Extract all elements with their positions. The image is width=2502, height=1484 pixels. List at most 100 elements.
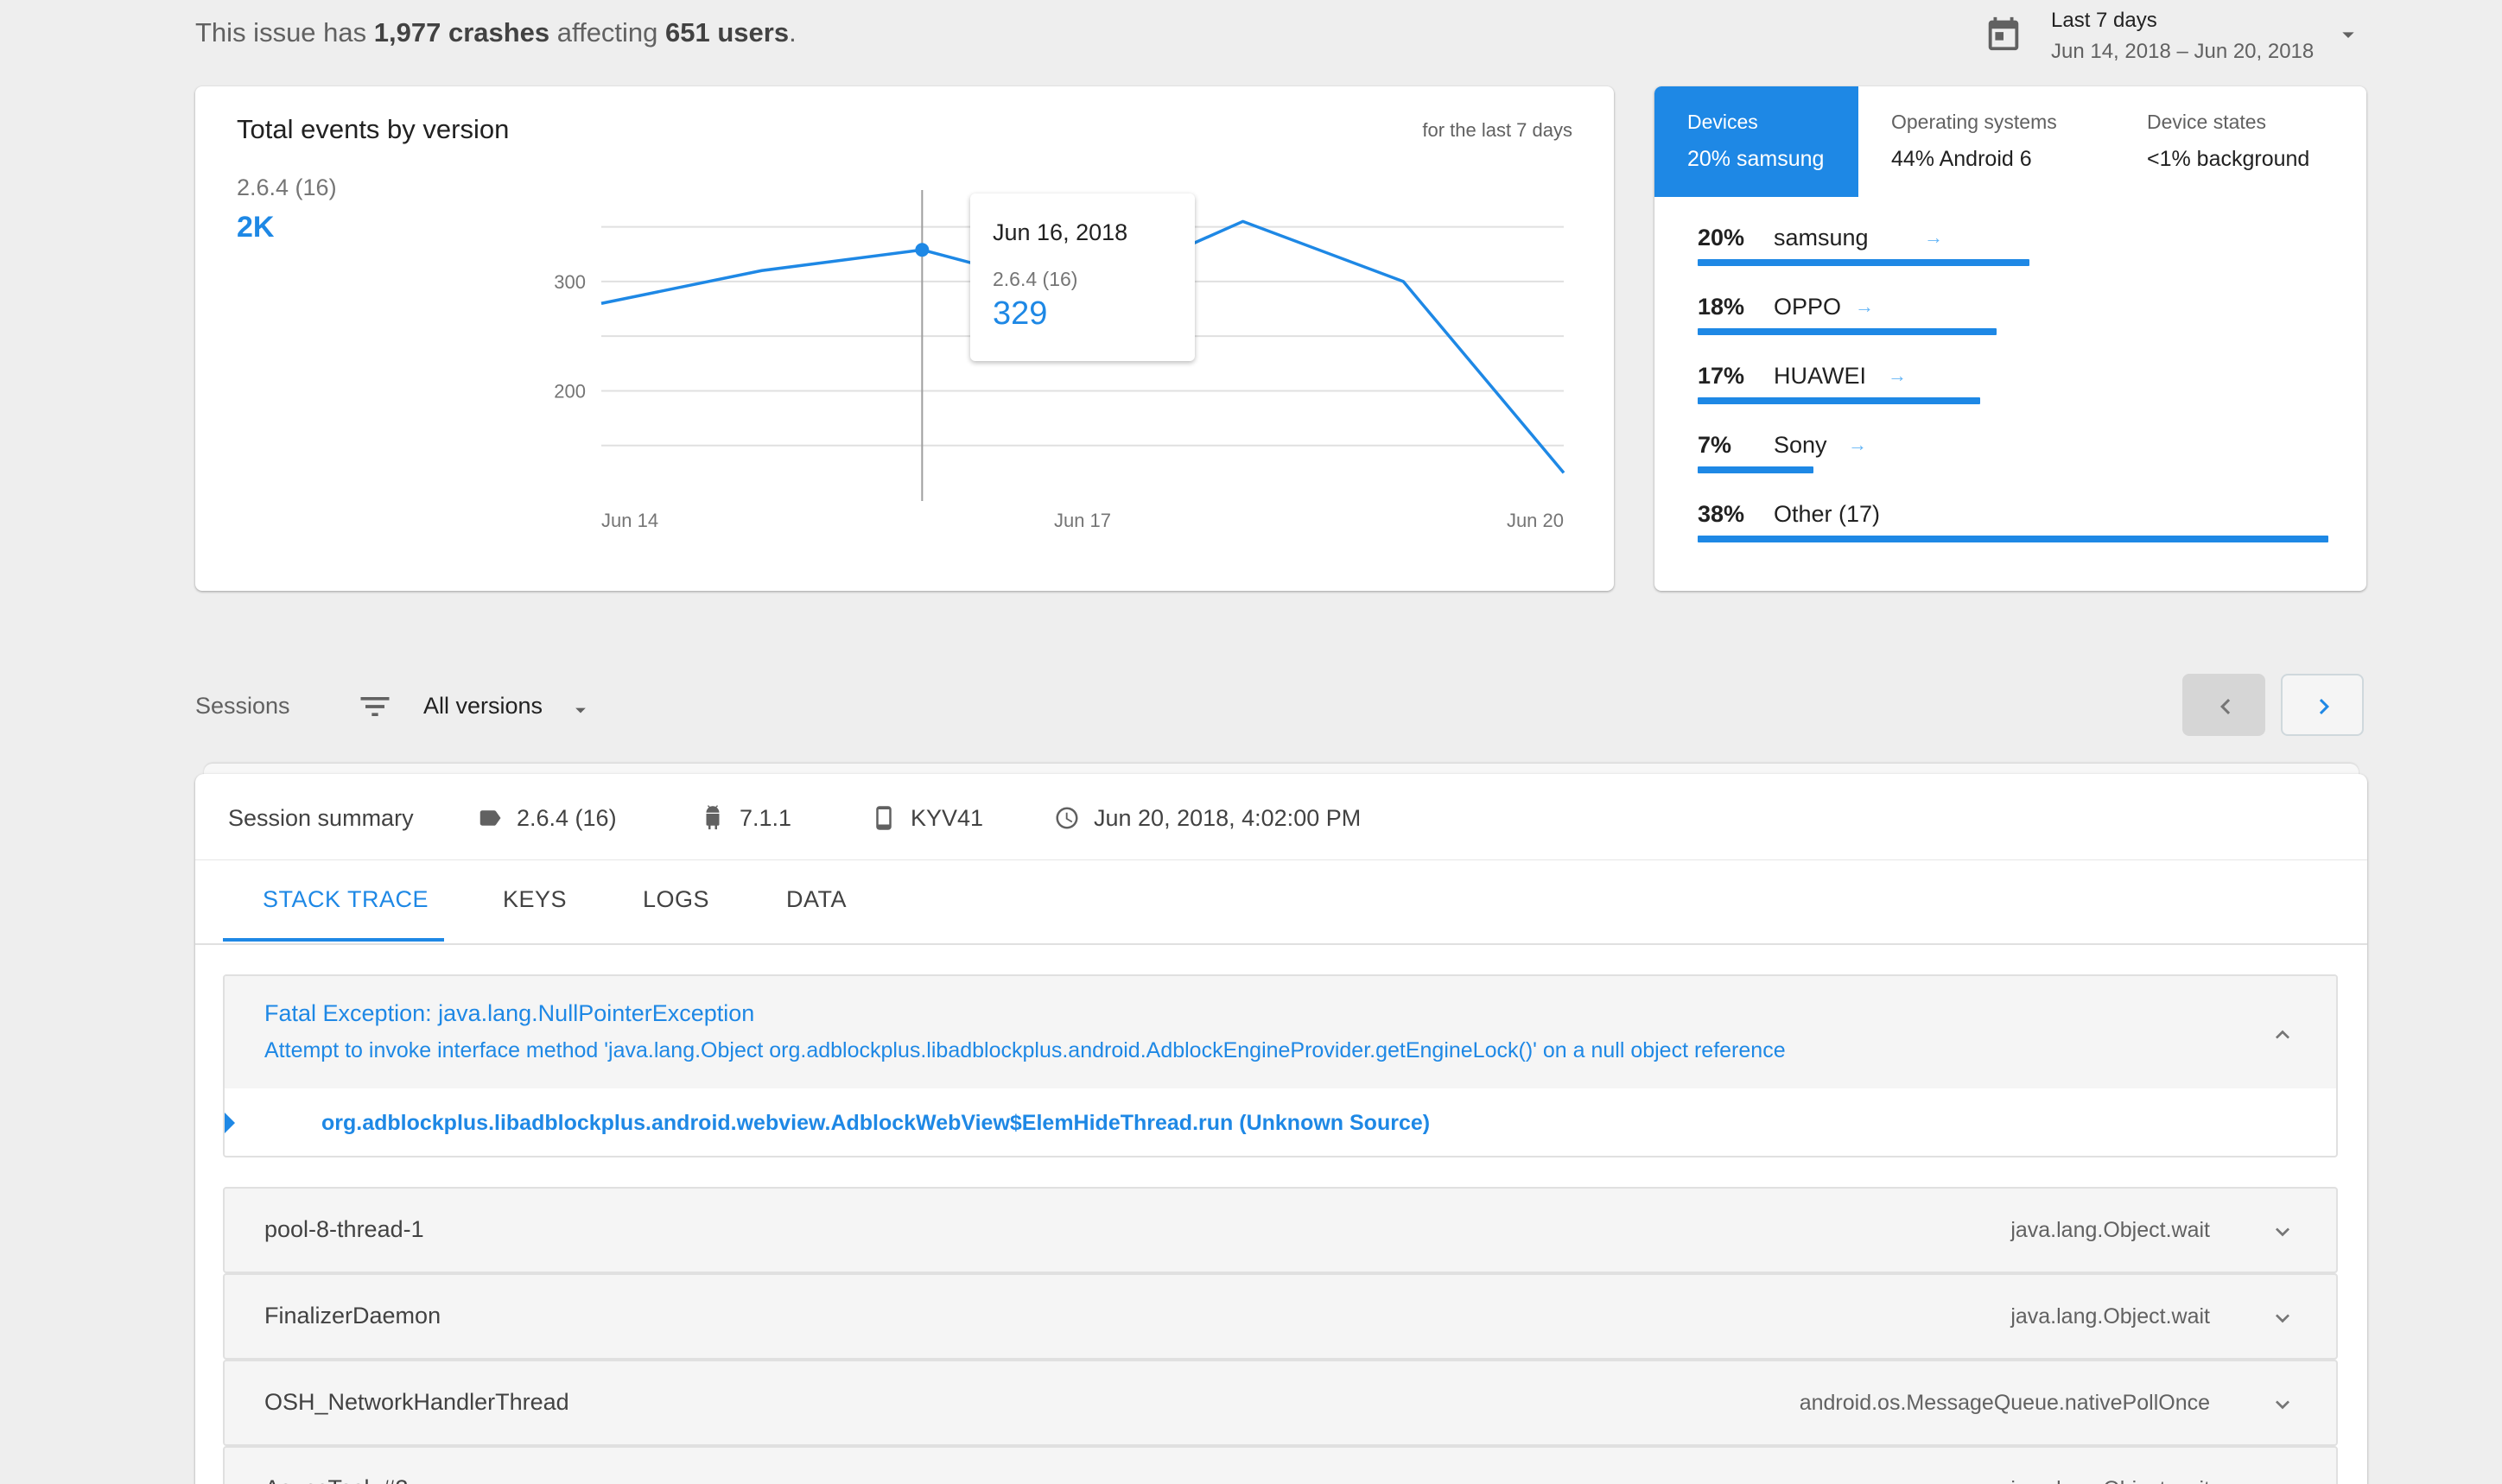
arrow-right-icon: → (1924, 226, 1943, 248)
tab-logs[interactable]: LOGS (643, 886, 709, 913)
previous-session-button[interactable] (2182, 674, 2265, 736)
crash-issue-page: This issue has 1,977 crashes affecting 6… (0, 0, 2502, 1484)
chevron-up-icon[interactable] (2269, 1021, 2296, 1049)
events-chart-card: Total events by version for the last 7 d… (195, 86, 1614, 591)
dropdown-caret-icon (2342, 32, 2354, 38)
brand-pct: 18% (1698, 294, 1745, 320)
tab-keys[interactable]: KEYS (503, 886, 567, 913)
stack-frame[interactable]: org.adblockplus.libadblockplus.android.w… (321, 1111, 1430, 1136)
brand-name: samsung (1774, 225, 1869, 251)
brand-pct: 38% (1698, 501, 1745, 527)
x-tick-label: Jun 17 (1054, 510, 1111, 531)
tab-device-states[interactable]: Device states <1% background (2114, 86, 2366, 197)
crash-count: 1,977 crashes (373, 17, 550, 48)
arrow-right-icon: → (1855, 295, 1874, 317)
arrow-right-icon: → (1848, 434, 1867, 455)
x-tick-label: Jun 14 (601, 510, 658, 531)
brand-pct: 20% (1698, 225, 1745, 251)
brand-name: Sony (1774, 432, 1827, 458)
tab-os-label: Operating systems (1891, 111, 2057, 133)
x-tick-label: Jun 20 (1507, 510, 1564, 531)
android-icon (706, 805, 720, 830)
thread-name: pool-8-thread-1 (264, 1216, 424, 1242)
next-session-button[interactable] (2281, 674, 2364, 736)
brand-row-oppo[interactable]: 18% OPPO → (1698, 294, 2337, 346)
frame-marker-icon (225, 1113, 235, 1133)
brand-bar (1698, 259, 2328, 266)
clock-icon (1056, 807, 1078, 829)
session-os-value: 7.1.1 (740, 805, 792, 831)
thread-method: java.lang.Object.wait (2010, 1477, 2210, 1484)
sessions-label: Sessions (195, 693, 290, 719)
tooltip-date: Jun 16, 2018 (993, 219, 1128, 245)
exception-block: Fatal Exception: java.lang.NullPointerEx… (223, 974, 2338, 1157)
chevron-down-icon[interactable] (2269, 1477, 2296, 1484)
session-tabs: STACK TRACE KEYS LOGS DATA (195, 860, 2367, 945)
summary-suffix: . (789, 17, 797, 48)
issue-summary: This issue has 1,977 crashes affecting 6… (195, 17, 797, 48)
devices-card: Devices 20% samsung Operating systems 44… (1654, 86, 2366, 591)
active-tab-indicator (223, 938, 444, 942)
brand-row-samsung[interactable]: 20% samsung → (1698, 225, 2337, 276)
brand-pct: 7% (1698, 432, 1732, 458)
chevron-right-icon (2319, 699, 2329, 714)
tooltip-series: 2.6.4 (16) (993, 268, 1078, 290)
thread-method: java.lang.Object.wait (2010, 1218, 2210, 1242)
y-tick-label: 200 (554, 380, 586, 402)
dropdown-caret-icon[interactable] (568, 698, 593, 722)
summary-prefix: This issue has (195, 17, 374, 48)
chevron-left-icon (2220, 699, 2231, 714)
summary-middle: affecting (549, 17, 666, 48)
session-card: Session summary 2.6.4 (16) 7.1.1 KYV41 J… (195, 774, 2367, 1484)
session-version-value: 2.6.4 (16) (517, 805, 617, 831)
brand-bar (1698, 466, 2328, 473)
date-range-picker[interactable]: Last 7 days Jun 14, 2018 – Jun 20, 2018 (1978, 5, 2359, 66)
thread-row[interactable]: AsyncTask #3 java.lang.Object.wait (223, 1446, 2338, 1484)
filter-icon[interactable] (356, 688, 394, 726)
thread-row[interactable]: FinalizerDaemon java.lang.Object.wait (223, 1273, 2338, 1360)
thread-method: android.os.MessageQueue.nativePollOnce (1799, 1391, 2210, 1415)
session-summary-row: Session summary 2.6.4 (16) 7.1.1 KYV41 J… (195, 774, 2367, 860)
chevron-down-icon[interactable] (2269, 1304, 2296, 1332)
tab-data[interactable]: DATA (786, 886, 847, 913)
chevron-down-icon[interactable] (2269, 1391, 2296, 1418)
session-device-value: KYV41 (911, 805, 984, 831)
tab-operating-systems[interactable]: Operating systems 44% Android 6 (1858, 86, 2114, 197)
brand-bar (1698, 536, 2328, 542)
thread-name: AsyncTask #3 (264, 1475, 409, 1484)
brand-name: OPPO (1774, 294, 1842, 320)
line-chart[interactable]: 200 300 Jun 14 Jun 17 Jun 20 (195, 86, 1614, 591)
tab-devices[interactable]: Devices 20% samsung (1654, 86, 1858, 197)
tab-os-value: 44% Android 6 (1891, 147, 2032, 171)
thread-row[interactable]: OSH_NetworkHandlerThread android.os.Mess… (223, 1360, 2338, 1446)
chart-tooltip: Jun 16, 2018 2.6.4 (16) 329 (970, 193, 1195, 361)
phone-icon (876, 806, 892, 830)
tab-devices-label: Devices (1687, 111, 1758, 133)
thread-method: java.lang.Object.wait (2010, 1304, 2210, 1329)
brand-bar (1698, 328, 2328, 335)
brand-name: HUAWEI (1774, 363, 1866, 389)
brand-pct: 17% (1698, 363, 1745, 389)
tab-stack-trace[interactable]: STACK TRACE (263, 886, 429, 913)
date-range-title: Last 7 days (2051, 9, 2157, 32)
brand-row-other: 38% Other (17) (1698, 501, 2337, 553)
exception-header[interactable]: Fatal Exception: java.lang.NullPointerEx… (225, 976, 2336, 1088)
tab-devices-value: 20% samsung (1687, 147, 1825, 171)
date-range-value: Jun 14, 2018 – Jun 20, 2018 (2051, 40, 2315, 63)
thread-name: FinalizerDaemon (264, 1303, 441, 1329)
thread-name: OSH_NetworkHandlerThread (264, 1389, 569, 1415)
tab-states-value: <1% background (2147, 147, 2310, 171)
exception-message: Attempt to invoke interface method 'java… (264, 1038, 1786, 1062)
arrow-right-icon: → (1888, 365, 1907, 386)
y-tick-label: 300 (554, 271, 586, 293)
calendar-icon (1988, 16, 2019, 51)
tooltip-value: 329 (993, 295, 1048, 332)
thread-row[interactable]: pool-8-thread-1 java.lang.Object.wait (223, 1187, 2338, 1273)
session-summary-title: Session summary (228, 805, 414, 831)
chevron-down-icon[interactable] (2269, 1218, 2296, 1246)
brand-row-sony[interactable]: 7% Sony → (1698, 432, 2337, 484)
exception-title: Fatal Exception: java.lang.NullPointerEx… (264, 1000, 755, 1026)
tab-states-label: Device states (2147, 111, 2267, 133)
brand-row-huawei[interactable]: 17% HUAWEI → (1698, 363, 2337, 415)
version-filter-select[interactable]: All versions (423, 693, 543, 720)
